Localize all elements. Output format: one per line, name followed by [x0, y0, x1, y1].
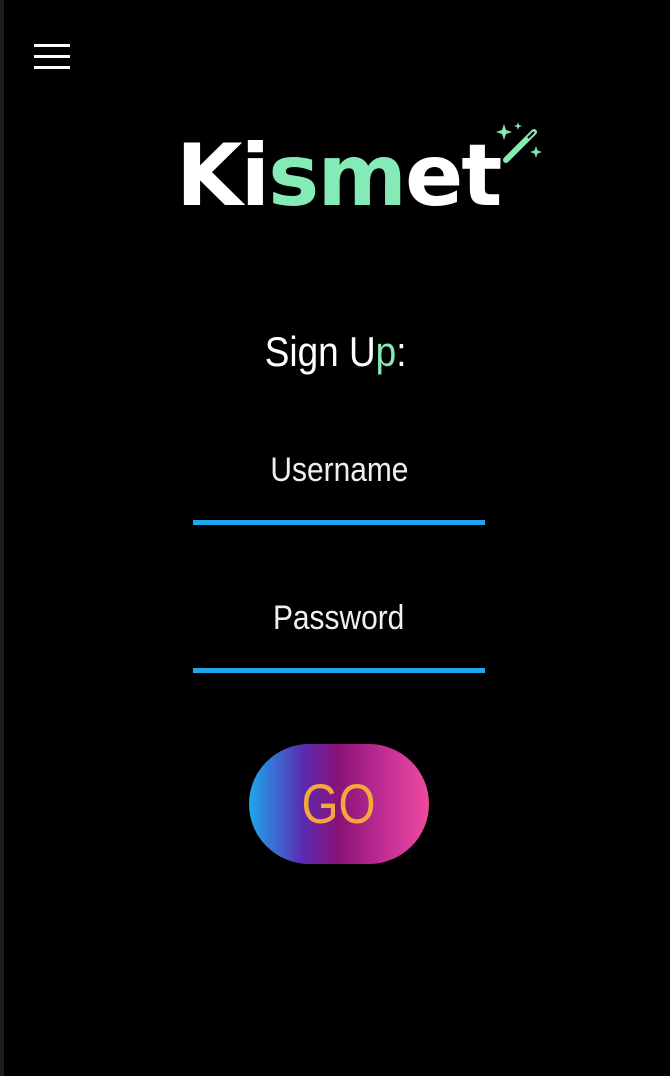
- left-edge-border: [0, 0, 4, 1076]
- logo-part-sm: sm: [268, 126, 407, 226]
- password-input[interactable]: Password: [193, 588, 485, 673]
- heading-text-main: Sign U: [264, 328, 376, 375]
- username-placeholder: Username: [269, 451, 409, 489]
- heading-text-accent: p: [375, 328, 397, 375]
- logo-part-et: et: [404, 126, 502, 226]
- username-input[interactable]: Username: [193, 440, 485, 525]
- menu-line-middle: [34, 55, 70, 58]
- logo-wordmark: Kismet: [176, 126, 502, 226]
- hamburger-menu-icon[interactable]: [34, 44, 70, 70]
- sign-up-heading: Sign Up:: [41, 322, 631, 382]
- heading-text-colon: :: [396, 328, 407, 375]
- magic-wand-icon: [496, 122, 542, 163]
- menu-line-top: [34, 44, 70, 47]
- go-button[interactable]: GO: [249, 744, 429, 864]
- menu-line-bottom: [34, 66, 70, 69]
- go-button-label: GO: [301, 772, 377, 835]
- kismet-logo: Kismet: [176, 122, 546, 226]
- logo-part-ki: Ki: [176, 126, 270, 226]
- password-placeholder: Password: [273, 599, 405, 637]
